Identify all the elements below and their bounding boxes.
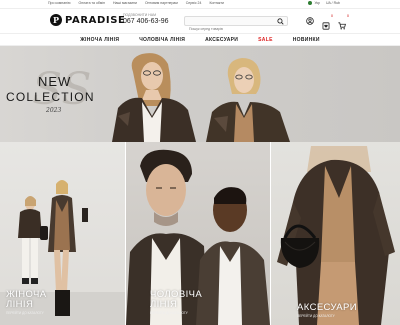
currency-selector[interactable]: UA / Rub (326, 1, 340, 5)
language-dot-icon (308, 1, 313, 6)
tile-men[interactable]: ЧОЛОВІЧА ЛІНІЯ ПЕРЕЙТИ ДО КАТАЛОГУ (126, 142, 270, 325)
hero-model-right (206, 58, 290, 142)
tile-women[interactable]: ЖІНОЧА ЛІНІЯ ПЕРЕЙТИ ДО КАТАЛОГУ (0, 142, 125, 325)
search-input[interactable] (185, 25, 275, 33)
top-links: Про компанію Оплата та обмін Наші магази… (48, 1, 224, 5)
tile-accessories-photo (277, 146, 395, 325)
nav-item-women[interactable]: ЖІНОЧА ЛІНІЯ (70, 34, 129, 45)
search-box (184, 16, 288, 33)
nav-item-men[interactable]: ЧОЛОВІЧА ЛІНІЯ (129, 34, 195, 45)
hero-model-left (112, 53, 196, 142)
locale-switcher: Укр UA / Rub (308, 1, 340, 6)
cart-count: 0 (347, 14, 349, 18)
tile-women-title-line: ЛІНІЯ (6, 299, 34, 310)
category-tiles: ЖІНОЧА ЛІНІЯ ПЕРЕЙТИ ДО КАТАЛОГУ ЧОЛОВІЧ… (0, 142, 400, 325)
wishlist-button[interactable]: 0 (322, 14, 333, 30)
hero-banner[interactable]: SS NEW COLLECTION 2023 (0, 46, 400, 142)
logo[interactable]: P PARADISE (50, 14, 125, 26)
cart-icon (338, 22, 346, 30)
nav-item-sale[interactable]: SALE (248, 34, 283, 45)
hero-title-line2: COLLECTION (6, 90, 95, 104)
tile-accessories-sub: ПЕРЕЙТИ ДО КАТАЛОГУ (297, 314, 335, 318)
tile-accessories[interactable]: АКСЕСУАРИ ПЕРЕЙТИ ДО КАТАЛОГУ (271, 142, 400, 325)
language-selector[interactable]: Укр (308, 1, 320, 6)
top-link-about[interactable]: Про компанію (48, 1, 70, 5)
tile-accessories-title: АКСЕСУАРИ (297, 302, 358, 313)
phone-number[interactable]: 067 406-63-96 (123, 18, 169, 25)
phone-caption: ПОДЗВОНИТИ НАМ (123, 13, 157, 17)
hero-title-line1: NEW (38, 74, 72, 89)
tile-men-sub: ПЕРЕЙТИ ДО КАТАЛОГУ (150, 311, 188, 315)
tile-men-title-line: ЛІНІЯ (150, 299, 178, 310)
header-icons: 0 0 (306, 14, 349, 30)
tile-women-sub: ПЕРЕЙТИ ДО КАТАЛОГУ (6, 311, 44, 315)
top-link-service[interactable]: Сервіс 24 (186, 1, 202, 5)
top-utility-bar: Про компанію Оплата та обмін Наші магази… (0, 0, 400, 9)
user-icon[interactable] (306, 17, 314, 25)
nav-item-new[interactable]: НОВИНКИ (283, 34, 330, 45)
heart-icon (322, 22, 330, 30)
top-link-stores[interactable]: Наші магазини (113, 1, 137, 5)
wishlist-count: 0 (331, 14, 333, 18)
top-link-payment[interactable]: Оплата та обмін (78, 1, 105, 5)
top-link-contacts[interactable]: Контакти (209, 1, 224, 5)
logo-text: PARADISE (65, 14, 126, 26)
logo-mark-icon: P (50, 14, 62, 26)
tile-men-title: ЧОЛОВІЧА ЛІНІЯ (150, 290, 202, 310)
site-header: P PARADISE ПОДЗВОНИТИ НАМ 067 406-63-96 … (0, 9, 400, 33)
main-nav: ЖІНОЧА ЛІНІЯ ЧОЛОВІЧА ЛІНІЯ АКСЕСУАРИ SA… (0, 33, 400, 46)
search-icon[interactable] (277, 18, 284, 25)
nav-item-accessories[interactable]: АКСЕСУАРИ (195, 34, 248, 45)
phone-contact: ПОДЗВОНИТИ НАМ 067 406-63-96 (123, 13, 169, 25)
hero-year: 2023 (46, 107, 62, 114)
tile-women-title: ЖІНОЧА ЛІНІЯ (6, 290, 47, 310)
cart-button[interactable]: 0 (338, 14, 349, 30)
top-link-wholesale[interactable]: Оптовим партнерам (145, 1, 178, 5)
